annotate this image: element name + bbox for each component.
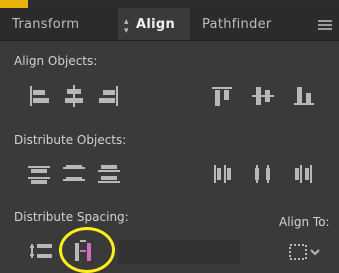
vertical-align-center-icon[interactable] xyxy=(249,82,277,110)
vertical-distribute-space-icon[interactable] xyxy=(28,237,56,265)
highlight-circle xyxy=(59,227,115,273)
horizontal-align-center-icon[interactable] xyxy=(60,82,88,110)
align-to-selection-icon[interactable] xyxy=(287,238,323,266)
spacing-value-field[interactable] xyxy=(118,240,240,264)
horizontal-align-right-icon[interactable] xyxy=(95,82,123,110)
tab-align[interactable]: Align xyxy=(136,17,175,32)
horizontal-distribute-right-icon[interactable] xyxy=(290,160,318,188)
panel-tab-bar: Transform ▴ ▾ Align Pathfinder xyxy=(0,8,339,41)
brand-accent-bar xyxy=(0,0,28,8)
horizontal-distribute-center-icon[interactable] xyxy=(249,160,277,188)
vertical-distribute-top-icon[interactable] xyxy=(25,160,53,188)
vertical-align-top-icon[interactable] xyxy=(208,82,236,110)
align-to-label: Align To: xyxy=(279,215,330,229)
window-top-strip xyxy=(0,0,339,8)
vertical-distribute-center-icon[interactable] xyxy=(60,160,88,188)
align-objects-label: Align Objects: xyxy=(14,54,98,68)
panel-menu-icon[interactable] xyxy=(318,20,332,30)
tab-collapse-arrows-icon[interactable]: ▴ ▾ xyxy=(124,18,129,36)
horizontal-align-left-icon[interactable] xyxy=(25,82,53,110)
horizontal-distribute-left-icon[interactable] xyxy=(208,160,236,188)
distribute-spacing-label: Distribute Spacing: xyxy=(14,210,129,224)
tab-pathfinder[interactable]: Pathfinder xyxy=(202,17,272,32)
vertical-distribute-bottom-icon[interactable] xyxy=(95,160,123,188)
tab-transform[interactable]: Transform xyxy=(12,17,79,32)
vertical-align-bottom-icon[interactable] xyxy=(290,82,318,110)
distribute-objects-label: Distribute Objects: xyxy=(14,133,127,147)
